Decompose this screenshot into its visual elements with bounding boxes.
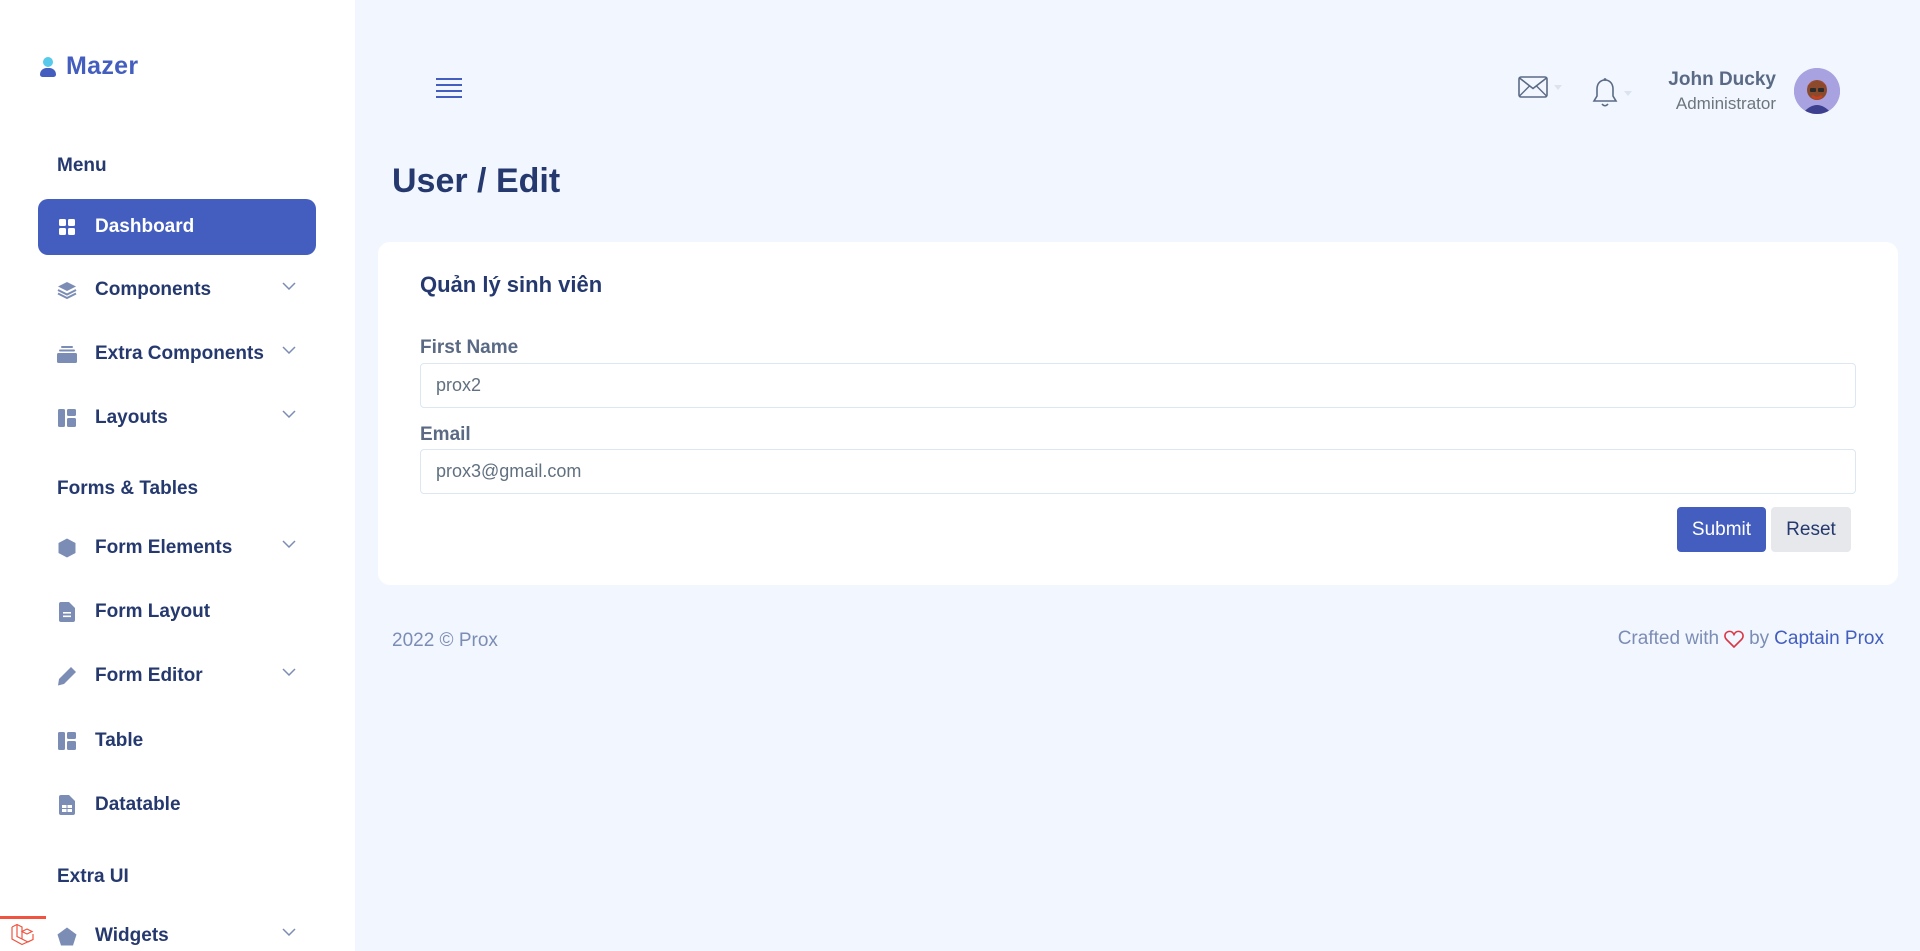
messages-dropdown[interactable] xyxy=(1518,76,1562,98)
sidebar-item-label: Datatable xyxy=(95,794,181,815)
chevron-down-icon xyxy=(282,928,296,936)
author-link[interactable]: Captain Prox xyxy=(1774,628,1884,650)
footer-credits: Crafted with by Captain Prox xyxy=(1618,628,1884,650)
sidebar-section-forms-tables: Forms & Tables xyxy=(57,478,199,499)
sidebar-item-label: Form Layout xyxy=(95,601,211,622)
email-input[interactable] xyxy=(420,449,1856,494)
hexagon-icon xyxy=(57,538,77,558)
layout-icon xyxy=(57,408,77,428)
menu-toggle-icon[interactable] xyxy=(436,78,466,100)
sidebar-item-widgets[interactable]: Widgets xyxy=(38,908,316,951)
sidebar-item-label: Dashboard xyxy=(95,216,195,237)
pen-icon xyxy=(57,666,77,686)
sidebar-item-dashboard[interactable]: Dashboard xyxy=(38,199,316,255)
crafted-with-text: Crafted with xyxy=(1617,628,1720,649)
by-text: by xyxy=(1749,628,1770,649)
chevron-down-icon xyxy=(282,668,296,676)
sidebar-item-datatable[interactable]: Datatable xyxy=(38,777,316,833)
chevron-down-icon xyxy=(282,282,296,290)
email-label: Email xyxy=(420,424,471,445)
sidebar-item-label: Form Editor xyxy=(95,665,203,686)
reset-button[interactable]: Reset xyxy=(1771,507,1851,552)
person-icon xyxy=(38,55,58,79)
chevron-down-icon xyxy=(282,540,296,548)
layout-icon xyxy=(57,731,77,751)
avatar xyxy=(1794,68,1840,114)
sidebar-item-extra-components[interactable]: Extra Components xyxy=(38,326,316,382)
stack-icon xyxy=(57,280,77,300)
heart-icon xyxy=(1724,630,1744,648)
footer-copyright: 2022 © Prox xyxy=(392,630,498,651)
first-name-label: First Name xyxy=(420,337,519,358)
file-text-icon xyxy=(57,602,77,622)
sidebar-item-layouts[interactable]: Layouts xyxy=(38,390,316,446)
sidebar-item-form-layout[interactable]: Form Layout xyxy=(38,584,316,640)
brand-logo[interactable]: Mazer xyxy=(38,52,138,81)
sidebar-item-form-editor[interactable]: Form Editor xyxy=(38,648,316,704)
sidebar-item-label: Layouts xyxy=(95,407,168,428)
card-title: Quản lý sinh viên xyxy=(420,272,603,297)
sidebar-item-table[interactable]: Table xyxy=(38,713,316,769)
page-title: User / Edit xyxy=(392,162,561,200)
sidebar-item-components[interactable]: Components xyxy=(38,262,316,318)
chevron-down-icon xyxy=(282,410,296,418)
sidebar-item-label: Form Elements xyxy=(95,537,233,558)
edit-user-card: Quản lý sinh viên First Name Email Submi… xyxy=(378,242,1898,585)
laravel-debug-icon[interactable] xyxy=(0,916,46,951)
pentagon-icon xyxy=(57,926,77,946)
notifications-dropdown[interactable] xyxy=(1592,78,1632,108)
sidebar-section-extra-ui: Extra UI xyxy=(57,866,129,887)
sidebar: Mazer Menu Dashboard Components Extra Co… xyxy=(0,0,355,951)
submit-button[interactable]: Submit xyxy=(1677,507,1766,552)
collection-icon xyxy=(57,344,77,364)
caret-down-icon xyxy=(1624,90,1632,96)
envelope-icon xyxy=(1518,76,1548,98)
sidebar-item-label: Widgets xyxy=(95,925,169,946)
brand-name: Mazer xyxy=(66,52,139,80)
user-name: John Ducky xyxy=(1668,69,1776,90)
sidebar-item-form-elements[interactable]: Form Elements xyxy=(38,520,316,576)
file-spreadsheet-icon xyxy=(57,795,77,815)
sidebar-item-label: Components xyxy=(95,279,212,300)
user-menu[interactable]: John Ducky Administrator xyxy=(1660,66,1840,116)
sidebar-item-label: Table xyxy=(95,730,144,751)
sidebar-item-label: Extra Components xyxy=(95,343,264,364)
sidebar-section-menu: Menu xyxy=(57,155,107,176)
caret-down-icon xyxy=(1554,84,1562,90)
first-name-input[interactable] xyxy=(420,363,1856,408)
bell-icon xyxy=(1592,78,1618,107)
grid-icon xyxy=(57,217,77,237)
user-role: Administrator xyxy=(1675,94,1776,113)
chevron-down-icon xyxy=(282,346,296,354)
